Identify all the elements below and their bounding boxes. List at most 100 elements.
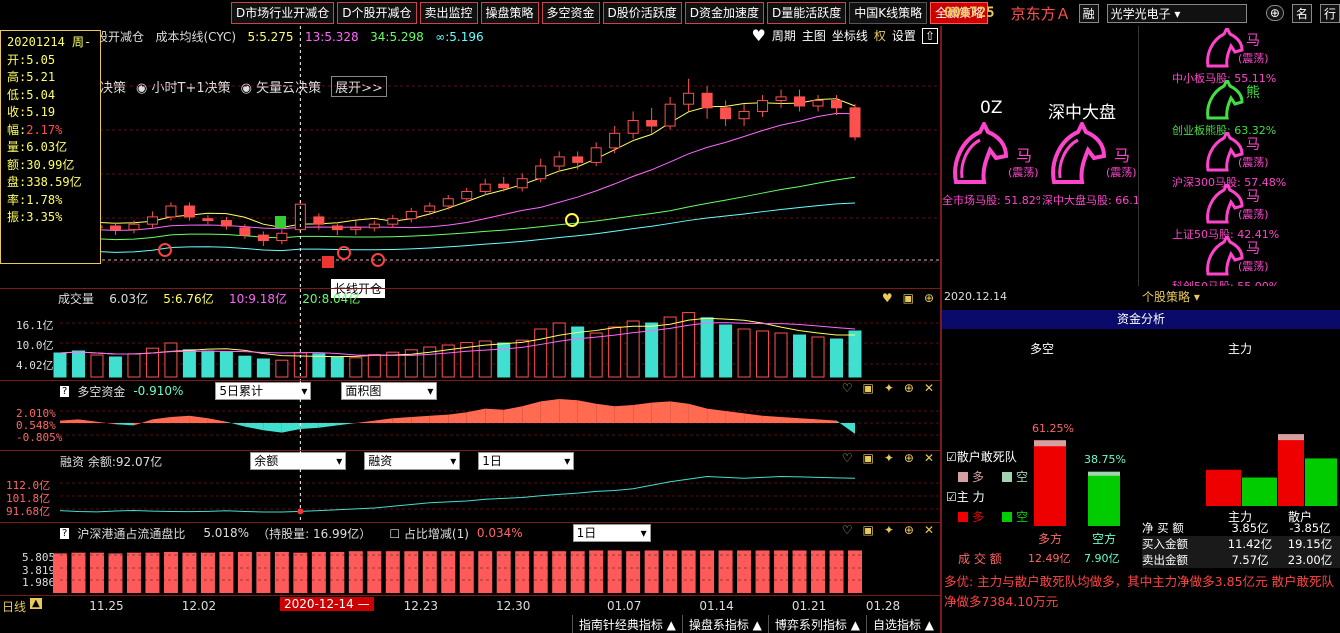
signal-icon	[337, 246, 351, 260]
candle-body	[183, 205, 195, 218]
tab-game-indicators[interactable]: 博弈系列指标 ▲	[767, 615, 866, 633]
index-state-label: (震荡)	[1238, 208, 1269, 221]
deal-duo: 12.49亿	[1028, 552, 1071, 565]
duokong-area	[374, 418, 393, 423]
duokong-area	[688, 403, 708, 423]
x-axis-labels: 11.2512.0212.12.2312.3001.0701.1401.2101…	[89, 599, 900, 613]
x-tick-label: 11.25	[89, 599, 123, 613]
kongfang-label: 空方	[1092, 532, 1117, 546]
duokong-area	[670, 401, 689, 423]
stock-code: 000725	[944, 5, 995, 21]
tab-sell-monitor[interactable]: 卖出监控	[419, 2, 478, 24]
duokong-area	[392, 417, 412, 423]
volume-bar	[626, 320, 640, 378]
volume-bar	[515, 339, 529, 378]
cursor-dot	[297, 508, 304, 515]
horse-state-2: (震荡)	[1106, 166, 1137, 179]
margin-panel: 融资 余额:92.07亿 余额 ▾ 融资 ▾ 1日 ▾ ♡ ▣ ✦ ⊕ ✕ 112.0…	[0, 450, 940, 523]
index-state-label: (震荡)	[1238, 260, 1269, 273]
hk-bar	[404, 551, 419, 593]
tab-volume-activity[interactable]: D量能活跃度	[767, 2, 847, 24]
index-state-item[interactable]: 熊创业板熊股: 63.32%	[1142, 78, 1340, 137]
duokong-chart[interactable]	[0, 381, 940, 451]
info-row: 率:1.78%	[7, 192, 63, 207]
candle-body	[664, 103, 676, 127]
tab-custom-indicators[interactable]: 自选指标 ▲	[865, 615, 940, 633]
sell-signal-icon	[275, 216, 286, 228]
tab-classic-indicators[interactable]: 指南针经典指标 ▲	[571, 615, 682, 633]
add-icon[interactable]: ⊕	[1265, 5, 1284, 21]
hk-bar	[53, 553, 67, 593]
duokong-area	[60, 419, 79, 423]
bear-icon	[1206, 80, 1244, 120]
tab-long-short-fund[interactable]: 多空资金	[541, 2, 600, 24]
tab-trade-indicators[interactable]: 操盘系指标 ▲	[681, 615, 768, 633]
hk-bar	[348, 551, 363, 593]
volume-bar	[367, 354, 381, 378]
candle-body	[831, 100, 843, 109]
candle-body	[479, 183, 491, 192]
hk-bar	[219, 551, 234, 593]
hk-bar	[478, 551, 493, 593]
duokong-area	[152, 417, 171, 423]
candle-body	[350, 227, 362, 231]
hk-bar	[663, 550, 678, 593]
tab-stock-open-reduce[interactable]: D个股开减仓	[337, 2, 417, 24]
stock-header: 000725 京东方Ａ 融 光学光电子 ▾ ⊕ 名 行	[944, 3, 1340, 23]
index-state-item[interactable]: 马 (震荡) 上证50马股: 42.41%	[1142, 182, 1340, 241]
index-state-item[interactable]: 马 (震荡) 中小板马股: 55.11%	[1142, 26, 1340, 85]
main-sell-bar	[1242, 477, 1277, 506]
tab-kline-strategy[interactable]: 中国K线策略	[849, 2, 928, 24]
hk-bar	[422, 551, 437, 593]
candle-body	[165, 205, 177, 218]
duokong-area	[207, 418, 227, 423]
hk-chart[interactable]	[0, 523, 940, 596]
hk-bar	[126, 552, 141, 593]
candle-body	[775, 96, 787, 102]
duokong-area	[540, 399, 560, 423]
tab-fund-accel[interactable]: D资金加速度	[684, 2, 765, 24]
volume-bar	[700, 317, 714, 378]
hk-bar	[755, 550, 770, 593]
volume-chart[interactable]	[0, 289, 940, 381]
retail-sell-bar	[1305, 458, 1337, 506]
quote-button[interactable]: 行	[1319, 3, 1340, 23]
info-row: 高:5.21	[7, 70, 56, 84]
candle-body	[331, 225, 343, 231]
volume-bar	[164, 342, 178, 378]
x-tick-label: 12.02	[182, 599, 216, 613]
info-row: 收:5.19	[7, 105, 56, 119]
index-state-name: 马	[1246, 33, 1260, 49]
index-state-item[interactable]: 马 (震荡) 沪深300马股: 57.48%	[1142, 130, 1340, 189]
margin-line	[59, 475, 856, 513]
hk-bar	[700, 550, 715, 593]
candle-body	[794, 96, 806, 107]
duokong-area	[522, 401, 541, 423]
hk-bar	[829, 550, 844, 593]
hk-bar	[552, 551, 567, 593]
candle-body	[553, 156, 565, 167]
index-state-item[interactable]: 马 (震荡) 科创50马股: 55.00%	[1142, 234, 1340, 286]
right-date: 2020.12.14	[944, 290, 1007, 303]
volume-bar	[663, 316, 677, 378]
horse-label-1: 马	[1016, 146, 1033, 165]
tab-trade-strategy[interactable]: 操盘策略	[480, 2, 539, 24]
candle-body	[387, 218, 399, 225]
strategy-select[interactable]: 个股策略 ▾	[1142, 288, 1200, 305]
candle-body	[498, 183, 510, 189]
name-button[interactable]: 名	[1291, 3, 1312, 23]
tab-market-industry[interactable]: D市场行业开减仓	[231, 2, 335, 24]
kline-chart[interactable]	[0, 26, 940, 288]
candle-body	[535, 165, 547, 180]
info-row: 额:30.99亿	[7, 157, 75, 172]
tab-price-activity[interactable]: D股价活跃度	[602, 2, 682, 24]
duokong-area	[170, 415, 190, 423]
margin-chart[interactable]	[0, 451, 940, 523]
sz-stat: 深中大盘马股: 66.1	[1042, 194, 1138, 207]
hk-bar	[441, 551, 456, 593]
sector-select[interactable]: 光学光电子 ▾	[1106, 3, 1247, 23]
hk-bar	[774, 550, 789, 593]
info-row: 幅:2.17%	[7, 122, 63, 137]
market-stat: 全市场马股: 51.82%	[942, 194, 1040, 207]
candle-body	[220, 220, 232, 227]
